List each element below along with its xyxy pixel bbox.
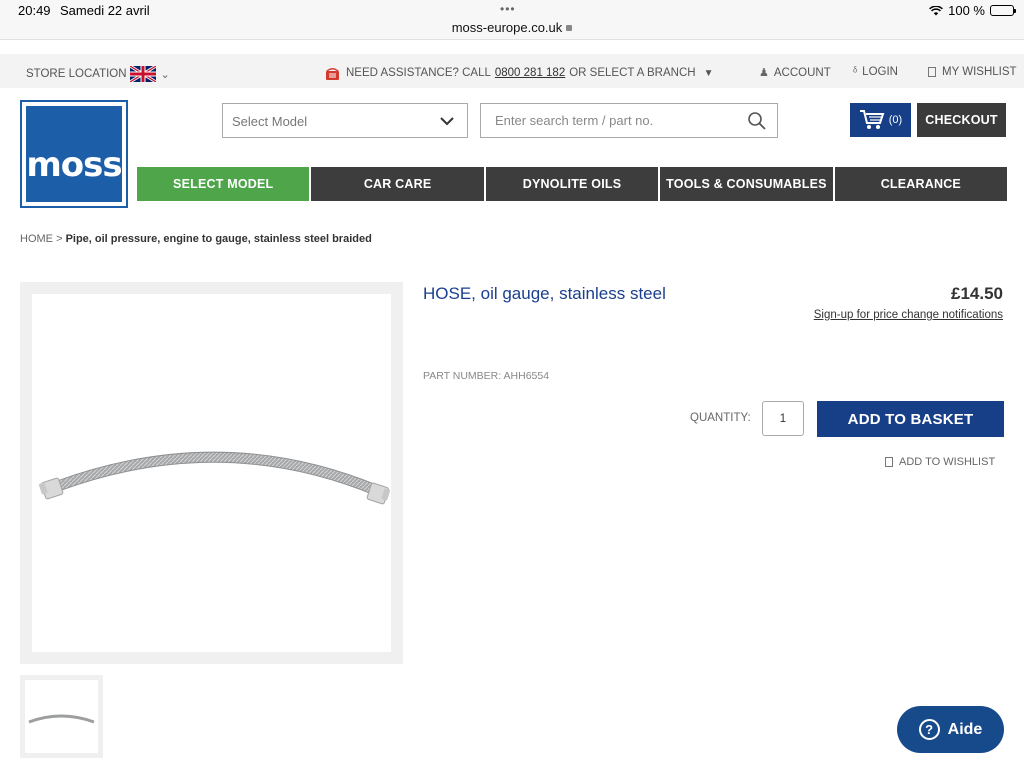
account-label: ACCOUNT	[773, 66, 831, 79]
checkout-button[interactable]: CHECKOUT	[917, 103, 1006, 137]
question-icon: ?	[918, 719, 940, 740]
select-model-dropdown[interactable]: Select Model	[222, 103, 468, 138]
add-to-wishlist-link[interactable]: ADD TO WISHLIST	[885, 456, 995, 468]
assistance-info: NEED ASSISTANCE? CALL 0800 281 182 OR SE…	[325, 66, 713, 80]
product-price: £14.50	[951, 284, 1003, 303]
product-main-image[interactable]	[32, 294, 391, 652]
nav-tools-consumables[interactable]: TOOLS & CONSUMABLES	[660, 167, 833, 201]
logo-text: moss	[26, 145, 122, 185]
chevron-down-icon: ⌄	[160, 68, 170, 81]
nav-select-model[interactable]: SELECT MODEL	[137, 167, 310, 201]
product-title: HOSE, oil gauge, stainless steel	[423, 284, 666, 303]
hose-thumbnail-image	[28, 714, 95, 724]
price-alert-link[interactable]: Sign-up for price change notifications	[814, 309, 1003, 321]
uk-flag-icon	[129, 66, 156, 82]
tab-dots-icon[interactable]: •••	[500, 2, 516, 16]
login-link[interactable]: ᵟ LOGIN	[853, 66, 898, 78]
dropdown-triangle-icon[interactable]: ▼	[704, 68, 714, 79]
url-text: moss-europe.co.uk	[451, 20, 563, 35]
account-link[interactable]: ♟ ACCOUNT	[759, 66, 831, 80]
key-icon: ᵟ	[853, 66, 858, 78]
status-date: Samedi 22 avril	[60, 3, 150, 18]
wishlist-icon	[885, 457, 893, 467]
nav-clearance[interactable]: CLEARANCE	[834, 167, 1008, 201]
help-chat-label: Aide	[947, 720, 983, 738]
breadcrumb: HOME > Pipe, oil pressure, engine to gau…	[20, 233, 372, 245]
assistance-text: NEED ASSISTANCE? CALL	[346, 67, 491, 79]
search-input[interactable]	[481, 104, 731, 137]
main-navigation: SELECT MODEL CAR CARE DYNOLITE OILS TOOL…	[137, 167, 1008, 201]
moss-logo[interactable]: moss	[20, 100, 128, 208]
product-thumbnail[interactable]	[20, 675, 103, 758]
nav-car-care[interactable]: CAR CARE	[311, 167, 484, 201]
breadcrumb-home[interactable]: HOME	[20, 233, 53, 245]
wishlist-icon	[928, 67, 936, 77]
ios-status-bar: 20:49 Samedi 22 avril ••• moss-europe.co…	[0, 0, 1024, 40]
phone-number-link[interactable]: 0800 281 182	[495, 67, 565, 79]
part-number: PART NUMBER: AHH6554	[423, 370, 550, 382]
login-label: LOGIN	[862, 66, 898, 78]
cart-button[interactable]: (0)	[850, 103, 911, 137]
address-bar[interactable]: moss-europe.co.uk	[0, 20, 1024, 35]
wifi-icon	[929, 5, 944, 16]
select-model-placeholder: Select Model	[232, 114, 308, 129]
status-indicators: 100 %	[929, 3, 1016, 18]
my-wishlist-link[interactable]: MY WISHLIST	[928, 66, 1017, 78]
store-location-label: STORE LOCATION	[26, 68, 127, 80]
search-box[interactable]	[480, 103, 778, 138]
quantity-input[interactable]	[762, 401, 804, 436]
breadcrumb-current: Pipe, oil pressure, engine to gauge, sta…	[65, 233, 372, 245]
status-time: 20:49	[18, 3, 51, 18]
add-to-wishlist-label: ADD TO WISHLIST	[899, 456, 996, 468]
quantity-label: QUANTITY:	[690, 412, 751, 424]
product-image-gallery	[20, 282, 403, 664]
chevron-down-icon	[440, 117, 454, 126]
nav-dynolite-oils[interactable]: DYNOLITE OILS	[485, 167, 659, 201]
telephone-icon	[326, 68, 339, 80]
braided-hose-image	[38, 451, 391, 505]
cart-count: (0)	[888, 114, 903, 126]
person-icon: ♟	[759, 67, 769, 79]
store-location-selector[interactable]: STORE LOCATION ⌄	[26, 66, 170, 82]
search-icon[interactable]	[747, 111, 767, 131]
battery-icon	[990, 5, 1016, 16]
add-to-basket-button[interactable]: ADD TO BASKET	[817, 401, 1004, 437]
lock-icon	[566, 25, 573, 31]
cart-icon	[859, 110, 885, 129]
help-chat-button[interactable]: ? Aide	[897, 706, 1004, 753]
breadcrumb-separator: >	[56, 233, 63, 245]
battery-percent: 100 %	[948, 3, 985, 18]
utility-bar: STORE LOCATION ⌄ NEED ASSISTANCE? CALL 0…	[0, 54, 1024, 88]
my-wishlist-label: MY WISHLIST	[942, 66, 1017, 78]
select-branch-link[interactable]: OR SELECT A BRANCH	[569, 67, 695, 79]
